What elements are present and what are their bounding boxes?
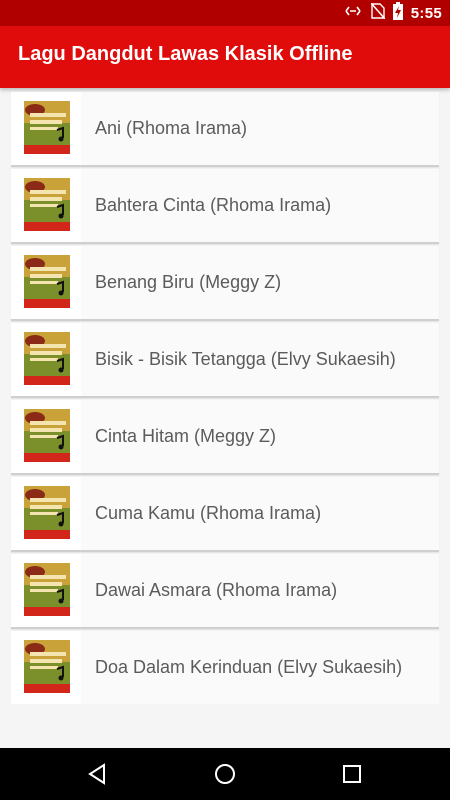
home-icon[interactable]: [213, 762, 237, 786]
song-thumbnail: [11, 631, 81, 704]
song-thumbnail: [11, 92, 81, 165]
dangdut-logo-icon: [23, 639, 71, 693]
song-title: Bahtera Cinta (Rhoma Irama): [95, 195, 332, 215]
song-thumbnail: [11, 323, 81, 396]
dangdut-logo-icon: [23, 254, 71, 308]
navigation-bar: [0, 748, 450, 800]
song-thumbnail: [11, 169, 81, 242]
app-title: Lagu Dangdut Lawas Klasik Offline: [18, 43, 353, 65]
song-thumbnail: [11, 554, 81, 627]
song-item[interactable]: Doa Dalam Kerinduan (Elvy Sukaesih): [11, 631, 439, 704]
dangdut-logo-icon: [23, 331, 71, 385]
recents-icon[interactable]: [340, 762, 364, 786]
dangdut-logo-icon: [23, 408, 71, 462]
song-title: Cuma Kamu (Rhoma Irama): [95, 503, 322, 523]
status-bar: 5:55: [0, 0, 450, 26]
song-title: Doa Dalam Kerinduan (Elvy Sukaesih): [95, 657, 403, 677]
song-list: Ani (Rhoma Irama) Bahtera Cinta (Rhoma Ir…: [11, 92, 439, 706]
song-item[interactable]: Benang Biru (Meggy Z): [11, 246, 439, 321]
dangdut-logo-icon: [23, 485, 71, 539]
status-icons: 5:55: [343, 0, 442, 26]
back-icon[interactable]: [86, 762, 110, 786]
song-item[interactable]: Ani (Rhoma Irama): [11, 92, 439, 167]
song-thumbnail: [11, 400, 81, 473]
song-title: Dawai Asmara (Rhoma Irama): [95, 580, 338, 600]
song-item[interactable]: Cinta Hitam (Meggy Z): [11, 400, 439, 475]
dangdut-logo-icon: [23, 177, 71, 231]
no-sim-icon: [370, 2, 386, 24]
song-thumbnail: [11, 246, 81, 319]
dangdut-logo-icon: [23, 562, 71, 616]
song-title: Ani (Rhoma Irama): [95, 118, 248, 138]
app-bar: Lagu Dangdut Lawas Klasik Offline: [0, 26, 450, 88]
song-thumbnail: [11, 477, 81, 550]
dangdut-logo-icon: [23, 100, 71, 154]
song-title: Cinta Hitam (Meggy Z): [95, 426, 277, 446]
song-item[interactable]: Cuma Kamu (Rhoma Irama): [11, 477, 439, 552]
battery-charging-icon: [392, 1, 403, 25]
song-item[interactable]: Bahtera Cinta (Rhoma Irama): [11, 169, 439, 244]
status-time: 5:55: [410, 4, 442, 22]
song-title: Benang Biru (Meggy Z): [95, 272, 282, 292]
song-item[interactable]: Dawai Asmara (Rhoma Irama): [11, 554, 439, 629]
data-transfer-icon: [343, 4, 363, 23]
song-title: Bisik - Bisik Tetangga (Elvy Sukaesih): [95, 349, 396, 369]
song-item[interactable]: Bisik - Bisik Tetangga (Elvy Sukaesih): [11, 323, 439, 398]
